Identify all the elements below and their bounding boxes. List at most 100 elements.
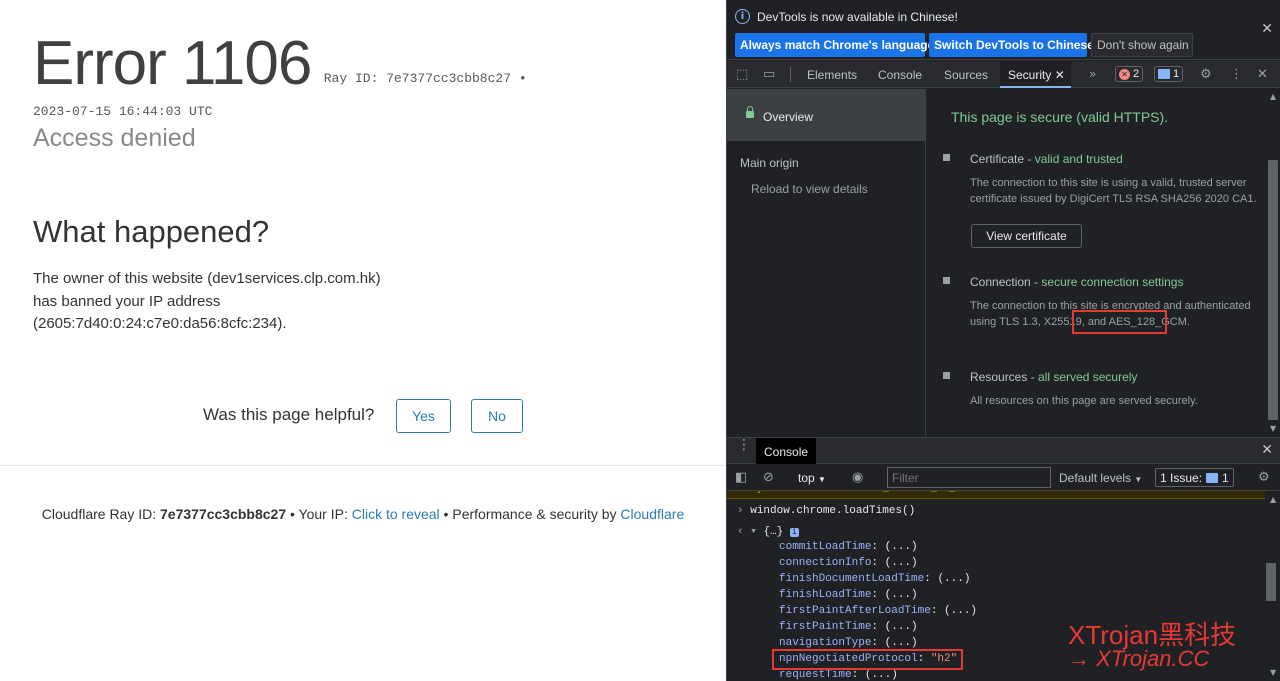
property-value[interactable]: (...) (885, 621, 918, 633)
resources-status: all served securely (1038, 370, 1138, 384)
clear-console-icon[interactable]: ⊘ (763, 470, 774, 485)
tab-security-label: Security (1008, 68, 1052, 82)
devtools-tabbar: ⬚ ▭ Elements Console Sources Security ✕ … (727, 61, 1280, 88)
property-value[interactable]: (...) (885, 589, 918, 601)
message-count-badge[interactable]: 1 (1154, 66, 1184, 82)
property-key: finishLoadTime (779, 589, 872, 601)
tab-sources[interactable]: Sources (944, 68, 988, 82)
security-scrollbar-thumb[interactable] (1268, 160, 1278, 420)
error-count-badge[interactable]: ✕ 2 (1115, 66, 1144, 82)
object-property-row[interactable]: finishLoadTime: (...) (779, 589, 918, 601)
property-separator: : (871, 637, 885, 649)
yes-button[interactable]: Yes (396, 399, 451, 433)
object-preview: {…} (763, 526, 784, 538)
issues-badge[interactable]: 1 Issue: 1 (1155, 468, 1234, 487)
footer-ip-prefix: • Your IP: (286, 506, 352, 522)
sidebar-toggle-icon[interactable]: ◧ (735, 470, 747, 485)
eye-icon[interactable]: ◉ (852, 470, 863, 485)
object-property-row[interactable]: connectionInfo: (...) (779, 557, 918, 569)
close-icon[interactable]: ✕ (1261, 21, 1273, 37)
certificate-label: Certificate (970, 152, 1025, 166)
footer-perf-text: • Performance & security by (439, 506, 621, 522)
footer-ray-prefix: Cloudflare Ray ID: (41, 506, 161, 522)
more-tabs-icon[interactable]: » (1089, 67, 1096, 81)
resources-bullet-icon (943, 372, 950, 379)
object-property-row[interactable]: requestTime: (...) (779, 669, 898, 681)
resources-label: Resources (970, 370, 1028, 384)
inspect-element-icon[interactable]: ⬚ (736, 67, 748, 82)
message-count: 1 (1173, 68, 1180, 80)
property-key: firstPaintTime (779, 621, 872, 633)
no-button[interactable]: No (471, 399, 523, 433)
error-timestamp: 2023-07-15 16:44:03 UTC (33, 104, 213, 119)
reveal-ip-link[interactable]: Click to reveal (352, 506, 440, 522)
object-property-row[interactable]: commitLoadTime: (...) (779, 541, 918, 553)
console-filter-input[interactable] (887, 467, 1051, 488)
console-result-line[interactable]: ‹ ▾ {…} i (737, 524, 799, 538)
watermark-url: → XTrojan.CC (1068, 646, 1210, 671)
switch-chinese-button[interactable]: Switch DevTools to Chinese (929, 33, 1094, 57)
drawer-menu-icon[interactable]: ⋮ (737, 438, 751, 452)
object-property-row[interactable]: navigationType: (...) (779, 637, 918, 649)
property-value[interactable]: (...) (865, 669, 898, 681)
sidebar-reload-hint: Reload to view details (751, 182, 868, 196)
info-icon: i (789, 528, 799, 537)
property-value[interactable]: (...) (937, 573, 970, 585)
log-levels-dropdown[interactable]: Default levels ▼ (1059, 471, 1142, 485)
tab-console[interactable]: Console (878, 68, 922, 82)
gear-icon[interactable]: ⚙ (1200, 67, 1212, 82)
property-separator: : (871, 589, 885, 601)
console-input-line: › window.chrome.loadTimes() (737, 505, 915, 517)
what-happened-heading: What happened? (33, 214, 270, 249)
sidebar-overview-label: Overview (763, 110, 814, 124)
drawer-tab-console[interactable]: Console (756, 438, 817, 464)
property-separator: : (871, 557, 885, 569)
context-selector[interactable]: top ▼ (798, 471, 826, 485)
error-description: The owner of this website (dev1services.… (33, 270, 381, 332)
error-title: Error 1106 (33, 29, 312, 98)
connection-label: Connection (970, 275, 1031, 289)
error-count: 2 (1133, 68, 1140, 80)
info-icon: i (735, 9, 750, 24)
more-options-icon[interactable]: ⋮ (1230, 67, 1243, 82)
property-key: commitLoadTime (779, 541, 872, 553)
scroll-down-icon[interactable]: ▼ (1270, 668, 1276, 677)
access-denied-subtitle: Access denied (33, 124, 196, 152)
property-value[interactable]: (...) (885, 557, 918, 569)
dont-show-again-button[interactable]: Don't show again (1091, 33, 1193, 57)
tab-elements[interactable]: Elements (807, 68, 857, 82)
cloudflare-link[interactable]: Cloudflare (620, 506, 684, 522)
property-value[interactable]: (...) (885, 637, 918, 649)
object-property-row[interactable]: firstPaintAfterLoadTime: (...) (779, 605, 977, 617)
match-language-button[interactable]: Always match Chrome's language (735, 33, 934, 57)
scroll-up-icon[interactable]: ▲ (1270, 92, 1276, 101)
scroll-up-icon[interactable]: ▲ (1270, 495, 1276, 504)
close-drawer-icon[interactable]: ✕ (1261, 442, 1273, 458)
property-key: finishDocumentLoadTime (779, 573, 925, 585)
property-value[interactable]: (...) (944, 605, 977, 617)
object-property-row[interactable]: firstPaintTime: (...) (779, 621, 918, 633)
error-page: Error 1106 Ray ID: 7e7377cc3cbb8c27 • 20… (0, 0, 726, 681)
context-label: top (798, 471, 815, 485)
security-sidebar: Overview Main origin Reload to view deta… (727, 89, 926, 436)
language-infobar: i DevTools is now available in Chinese! … (727, 0, 1280, 60)
object-property-row[interactable]: finishDocumentLoadTime: (...) (779, 573, 970, 585)
close-devtools-icon[interactable]: ✕ (1257, 67, 1268, 82)
console-settings-icon[interactable]: ⚙ (1258, 470, 1270, 485)
close-tab-icon[interactable]: ✕ (1055, 68, 1065, 82)
infobar-message: DevTools is now available in Chinese! (757, 10, 958, 24)
console-scrollbar-thumb[interactable] (1266, 563, 1276, 601)
property-key: firstPaintAfterLoadTime (779, 605, 931, 617)
tab-security[interactable]: Security ✕ (1000, 61, 1071, 88)
error-header: Error 1106 Ray ID: 7e7377cc3cbb8c27 • (33, 28, 527, 99)
expand-toggle-icon[interactable]: ▾ (750, 526, 757, 538)
tls-highlight-box (1072, 310, 1167, 334)
view-certificate-button[interactable]: View certificate (971, 224, 1082, 248)
cloudflare-footer: Cloudflare Ray ID: 7e7377cc3cbb8c27 • Yo… (0, 506, 726, 522)
device-toolbar-icon[interactable]: ▭ (763, 67, 775, 82)
footer-ray-id: 7e7377cc3cbb8c27 (160, 506, 287, 522)
tab-separator (790, 67, 791, 82)
scroll-down-icon[interactable]: ▼ (1270, 424, 1276, 433)
sidebar-item-overview[interactable]: Overview (727, 89, 926, 141)
property-value[interactable]: (...) (885, 541, 918, 553)
